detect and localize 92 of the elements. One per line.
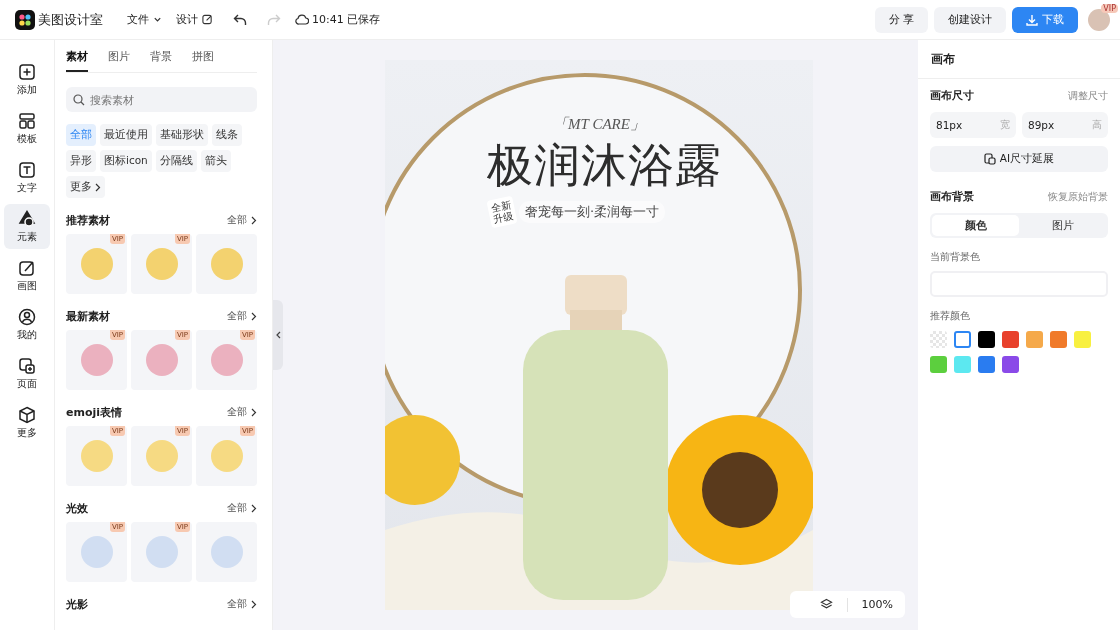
layers-icon[interactable] [819,598,833,611]
width-field[interactable]: 81px 宽 [930,112,1016,138]
filter-chip[interactable]: 基础形状 [156,124,208,146]
chevron-right-icon [251,504,257,513]
filter-chip[interactable]: 异形 [66,150,96,172]
rail-item[interactable]: 画图 [4,253,50,298]
color-swatch[interactable] [1002,356,1019,373]
panel-title: 画布 [918,40,1120,79]
poster-brand-text[interactable]: 「MT CARE」 [385,115,813,134]
height-field[interactable]: 89px 高 [1022,112,1108,138]
section-title: 光效 [66,501,88,516]
color-swatch[interactable] [1002,331,1019,348]
filter-chip[interactable]: 最近使用 [100,124,152,146]
filter-chip[interactable]: 分隔线 [155,150,197,172]
panel-tab[interactable]: 素材 [66,49,88,72]
poster-title[interactable]: 极润沐浴露 [385,135,813,197]
color-swatch[interactable] [954,356,971,373]
app-name: 美图设计室 [38,10,103,29]
filter-chip[interactable]: 箭头 [200,150,231,172]
rail-icon [18,307,36,326]
color-swatch[interactable] [1074,331,1091,348]
resize-icon [983,153,996,165]
color-swatch[interactable] [978,356,995,373]
segment-tab[interactable]: 图片 [1019,215,1106,236]
header-button[interactable]: 分 享 [874,6,928,33]
rail-icon [18,62,36,81]
view-all-link[interactable]: 全部 [227,214,257,227]
rail-icon [18,405,36,424]
save-status: 10:41 已保存 [312,12,381,27]
view-all-link[interactable]: 全部 [227,310,257,323]
ai-extend-button[interactable]: AI尺寸延展 [930,146,1108,172]
panel-tab[interactable]: 拼图 [192,49,214,72]
rail-item[interactable]: 添加 [4,57,50,102]
rail-icon [18,258,36,277]
chevron-right-icon [251,408,257,417]
view-all-link[interactable]: 全部 [227,406,257,419]
reset-background-link[interactable]: 恢复原始背景 [1048,190,1108,204]
rail-item[interactable]: 我的 [4,302,50,347]
filter-chip[interactable]: 更多 [66,176,105,198]
rail-icon [18,209,36,228]
resize-link[interactable]: 调整尺寸 [1068,89,1108,103]
rail-item[interactable]: 模板 [4,106,50,151]
file-menu[interactable]: 文件 [127,12,162,27]
zoom-level[interactable]: 100% [861,598,893,611]
chevron-right-icon [95,182,101,192]
edit-icon [202,14,213,25]
color-swatch[interactable] [978,331,995,348]
header-button[interactable]: 创建设计 [934,6,1006,33]
search-field[interactable]: 搜索素材 [66,87,257,112]
color-swatch[interactable] [930,331,947,348]
rail-item[interactable]: 页面 [4,351,50,396]
panel-tab[interactable]: 图片 [108,49,130,72]
sticker-thumbnail[interactable] [196,234,257,294]
chevron-left-icon [275,331,281,339]
section-title: emoji表情 [66,405,123,420]
field-label: 推荐颜色 [930,309,971,323]
filter-chip[interactable]: 图标icon [100,150,152,172]
view-all-link[interactable]: 全部 [227,598,257,611]
section-label: 画布尺寸 [930,89,974,103]
sticker-thumbnail[interactable] [196,522,257,582]
design-menu[interactable]: 设计 [176,12,213,27]
filter-chip[interactable]: 线条 [212,124,242,146]
chevron-right-icon [251,216,257,225]
cloud-icon [295,14,309,25]
color-swatch[interactable] [1026,331,1043,348]
rail-icon [18,356,36,375]
rail-item[interactable]: 文字 [4,155,50,200]
segment-tab[interactable]: 颜色 [932,215,1019,236]
section-title: 光影 [66,597,88,612]
download-icon [1026,13,1038,26]
color-swatch[interactable] [954,331,971,348]
rail-item[interactable]: 元素 [4,204,50,249]
view-all-link[interactable]: 全部 [227,502,257,515]
app-logo-icon [15,9,35,30]
field-label: 当前背景色 [930,250,981,264]
collapse-handle[interactable] [273,300,283,370]
poster-subtitle[interactable]: 奢宠每一刻·柔润每一寸 [519,201,666,223]
color-swatch[interactable] [930,356,947,373]
section-title: 推荐素材 [66,213,110,228]
chevron-right-icon [251,600,257,609]
panel-tab[interactable]: 背景 [150,49,172,72]
vip-badge: VIP [1101,4,1118,13]
rail-icon [18,111,36,130]
download-button[interactable]: 下载 [1012,6,1078,33]
rail-icon [18,160,36,179]
rail-item[interactable]: 更多 [4,400,50,445]
undo-icon[interactable] [233,13,247,26]
chevron-right-icon [251,312,257,321]
caret-icon [153,15,162,24]
color-swatch[interactable] [1050,331,1067,348]
section-title: 最新素材 [66,309,110,324]
section-label: 画布背景 [930,190,974,204]
